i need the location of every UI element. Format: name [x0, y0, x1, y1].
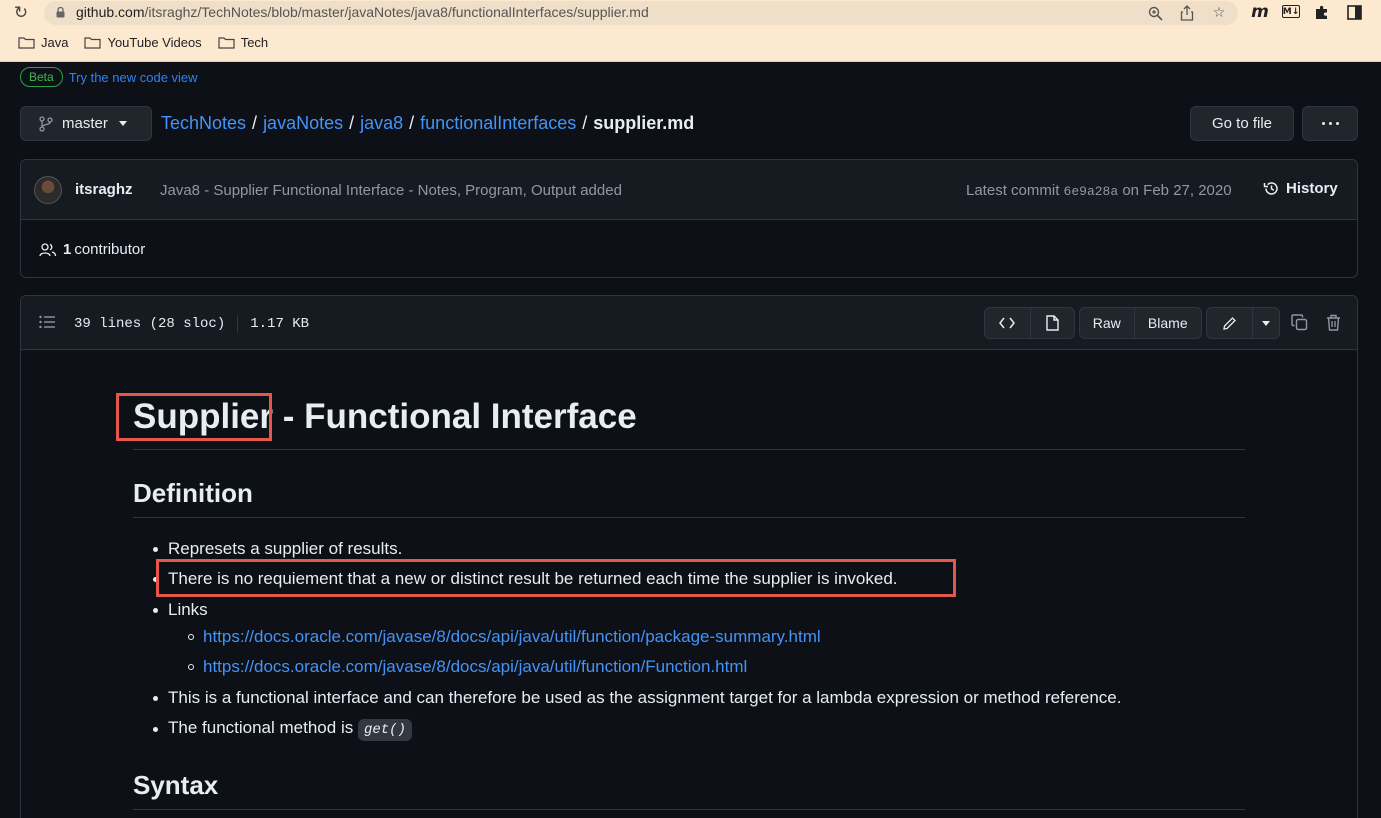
- file-size: 1.17 KB: [250, 316, 310, 332]
- copy-raw-button[interactable]: [1288, 311, 1310, 333]
- bookmark-star-icon[interactable]: ☆: [1210, 4, 1228, 22]
- definition-item-1: Represets a supplier of results.: [168, 539, 403, 558]
- caret-down-icon: [118, 121, 127, 126]
- share-icon[interactable]: [1178, 4, 1196, 22]
- breadcrumb-separator: /: [349, 113, 355, 133]
- url-text: github.com/itsraghz/TechNotes/blob/maste…: [76, 4, 649, 20]
- copy-icon: [1290, 313, 1307, 330]
- heading-definition: Definition: [133, 478, 253, 508]
- folder-icon: [218, 37, 235, 49]
- raw-blame-group: Raw Blame: [1079, 307, 1202, 339]
- code-icon: [999, 317, 1016, 329]
- address-bar[interactable]: github.com/itsraghz/TechNotes/blob/maste…: [44, 1, 1238, 25]
- sub-bullet: [188, 634, 194, 640]
- blame-button[interactable]: Blame: [1133, 308, 1201, 338]
- divider: [237, 315, 239, 333]
- heading-divider: [133, 517, 1245, 518]
- heading-divider: [133, 809, 1245, 810]
- sidebar-toggle-icon[interactable]: [1344, 2, 1364, 22]
- browser-toolbar: ↻ github.com/itsraghz/TechNotes/blob/mas…: [0, 0, 1381, 62]
- breadcrumb-link-javanotes[interactable]: javaNotes: [263, 113, 343, 134]
- bookmarks-bar: Java YouTube Videos Tech: [18, 35, 268, 50]
- highlight-box-item: [156, 559, 956, 597]
- history-icon: [1263, 182, 1278, 195]
- latest-commit-info: Latest commit 6e9a28a on Feb 27, 2020: [966, 182, 1232, 199]
- definition-item-functional: This is a functional interface and can t…: [168, 688, 1122, 707]
- breadcrumb-current-file: supplier.md: [593, 113, 695, 133]
- kebab-dot: [1321, 122, 1325, 125]
- edit-options-dropdown[interactable]: [1252, 308, 1279, 338]
- trash-icon: [1326, 314, 1340, 331]
- beta-badge: Beta: [20, 67, 63, 87]
- edit-file-button[interactable]: [1207, 308, 1252, 338]
- bookmark-folder-tech[interactable]: Tech: [218, 35, 268, 50]
- raw-button[interactable]: Raw: [1080, 308, 1134, 338]
- go-to-file-button[interactable]: Go to file: [1190, 106, 1294, 141]
- breadcrumb-separator: /: [252, 113, 258, 133]
- bullet: [153, 608, 158, 613]
- bookmark-folder-java[interactable]: Java: [18, 35, 68, 50]
- bullet: [153, 696, 158, 701]
- breadcrumb-link-functionalinterfaces[interactable]: functionalInterfaces: [420, 113, 576, 134]
- folder-icon: [84, 37, 102, 49]
- latest-commit-box: itsraghz Java8 - Supplier Functional Int…: [20, 159, 1358, 278]
- view-mode-toggle: [984, 307, 1075, 339]
- reload-icon[interactable]: ↻: [10, 2, 32, 24]
- link-package-summary[interactable]: https://docs.oracle.com/javase/8/docs/ap…: [203, 627, 821, 647]
- people-icon: [39, 242, 57, 256]
- new-code-view-link[interactable]: Try the new code view: [69, 70, 198, 85]
- contributor-label: contributor: [74, 241, 146, 258]
- branch-selector-button[interactable]: master: [20, 106, 152, 141]
- markdown-extension-icon[interactable]: M↓: [1282, 5, 1300, 18]
- file-icon: [1046, 315, 1059, 331]
- pencil-icon: [1223, 316, 1237, 330]
- file-line-count: 39 lines (28 sloc): [74, 316, 226, 332]
- commit-sha-link[interactable]: 6e9a28a: [1064, 184, 1119, 199]
- author-avatar[interactable]: [34, 176, 62, 204]
- breadcrumb-separator: /: [582, 113, 588, 133]
- more-options-button[interactable]: [1302, 106, 1358, 141]
- caret-down-icon: [1262, 320, 1271, 326]
- lock-icon: [56, 7, 65, 18]
- breadcrumb: TechNotes / javaNotes / java8 / function…: [161, 113, 694, 134]
- outline-list-icon[interactable]: [39, 315, 55, 329]
- kebab-dot: [1335, 122, 1339, 125]
- code-view-button[interactable]: [985, 308, 1030, 338]
- breadcrumb-link-technotes[interactable]: TechNotes: [161, 113, 246, 134]
- zoom-icon[interactable]: [1146, 4, 1164, 22]
- bullet: [153, 547, 158, 552]
- contributors-link[interactable]: 1 contributor: [39, 241, 145, 258]
- title-rest: - Functional Interface: [282, 397, 637, 436]
- definition-item-method: The functional method is get(): [168, 718, 412, 741]
- delete-file-button[interactable]: [1322, 311, 1344, 333]
- extension-m-icon[interactable]: m: [1250, 2, 1270, 22]
- highlight-box-title: [116, 393, 272, 441]
- folder-icon: [18, 37, 35, 49]
- commit-author[interactable]: itsraghz: [75, 181, 133, 198]
- preview-button[interactable]: [1029, 308, 1075, 338]
- breadcrumb-separator: /: [409, 113, 415, 133]
- heading-syntax: Syntax: [133, 770, 219, 800]
- branch-name: master: [62, 115, 108, 132]
- history-button[interactable]: History: [1263, 180, 1338, 197]
- edit-group: [1206, 307, 1280, 339]
- contributor-count: 1: [63, 241, 72, 258]
- heading-divider: [133, 449, 1245, 450]
- link-function-html[interactable]: https://docs.oracle.com/javase/8/docs/ap…: [203, 657, 747, 677]
- git-branch-icon: [39, 115, 53, 132]
- bookmark-folder-youtube-videos[interactable]: YouTube Videos: [84, 35, 202, 50]
- puzzle-extensions-icon[interactable]: [1312, 2, 1332, 22]
- inline-code-get: get(): [357, 719, 412, 741]
- breadcrumb-link-java8[interactable]: java8: [360, 113, 403, 134]
- definition-item-links: Links: [168, 600, 208, 619]
- sub-bullet: [188, 664, 194, 670]
- kebab-dot: [1328, 122, 1332, 125]
- commit-message[interactable]: Java8 - Supplier Functional Interface - …: [160, 182, 622, 199]
- bullet: [153, 727, 158, 732]
